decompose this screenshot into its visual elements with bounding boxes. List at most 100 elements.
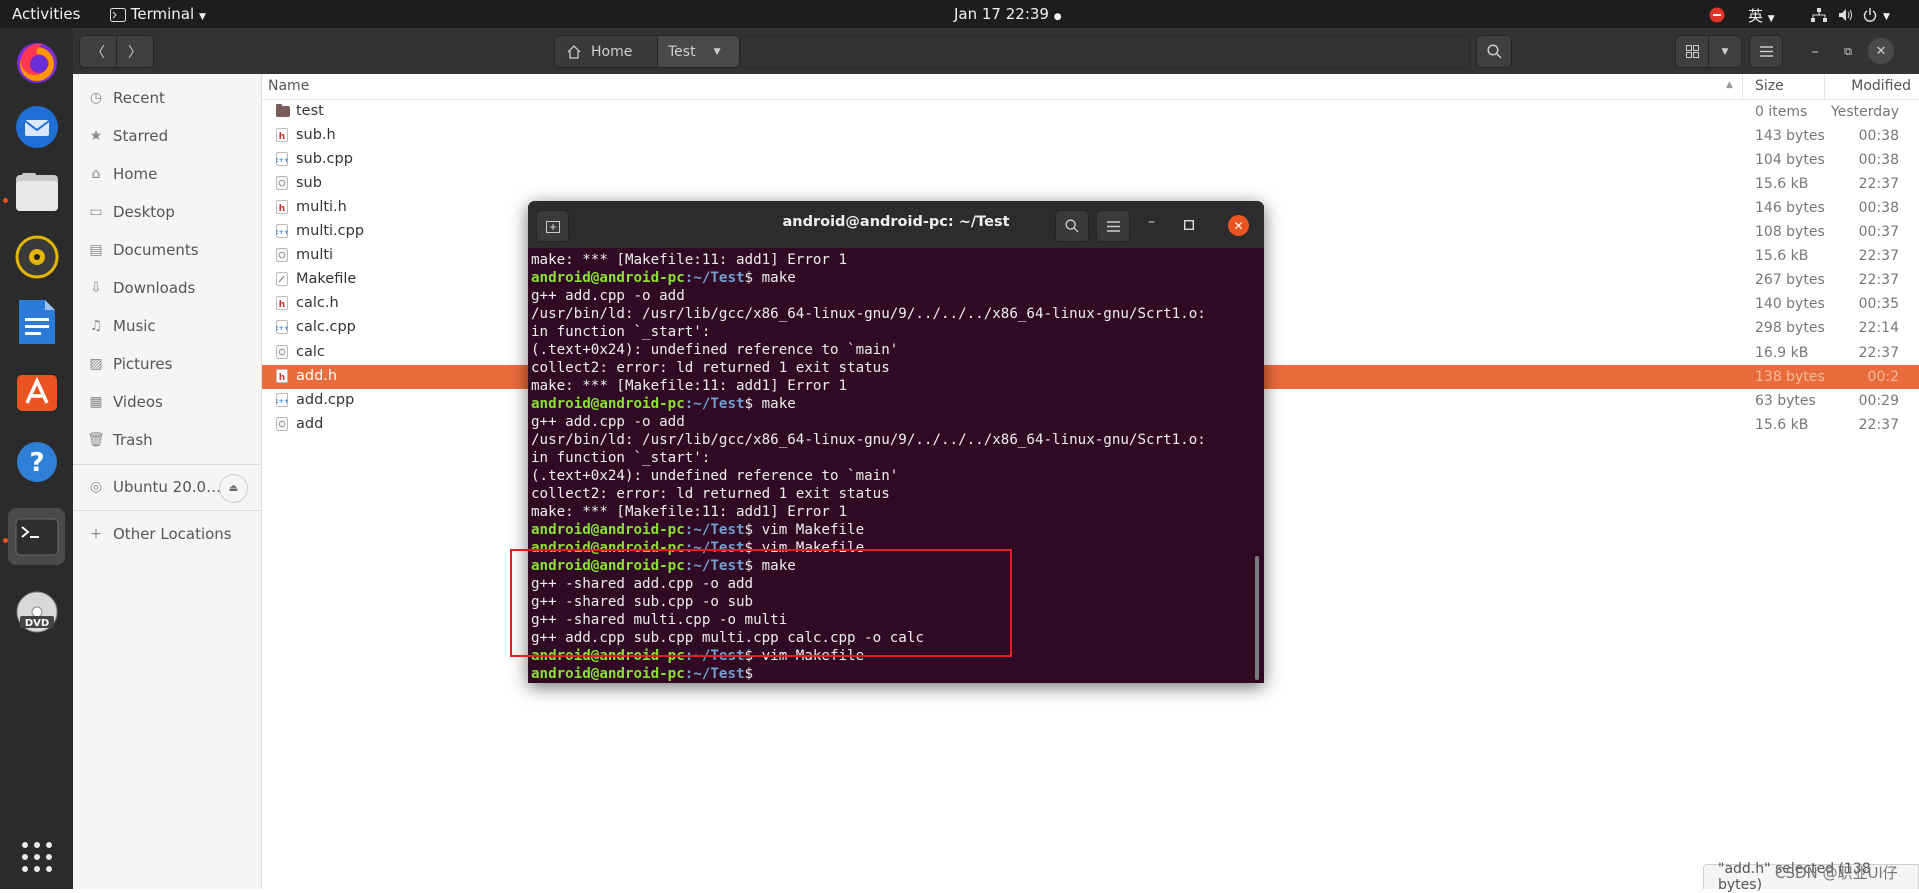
close-button[interactable]: ✕ bbox=[1868, 38, 1894, 64]
stop-sign-icon[interactable] bbox=[1709, 5, 1725, 23]
network-icon[interactable] bbox=[1811, 5, 1827, 23]
svg-text:h: h bbox=[279, 300, 285, 310]
file-row[interactable]: h sub.h 143 bytes 00:38 bbox=[262, 124, 1919, 148]
power-icon[interactable] bbox=[1863, 5, 1877, 23]
grid-view-icon bbox=[1685, 45, 1699, 58]
file-size: 16.9 kB bbox=[1755, 344, 1809, 361]
file-row[interactable]: sub 15.6 kB 22:37 bbox=[262, 172, 1919, 196]
svg-text:DVD: DVD bbox=[24, 618, 48, 629]
terminal-close-button[interactable]: ✕ bbox=[1228, 215, 1249, 236]
menu-button[interactable] bbox=[1749, 35, 1783, 68]
files-icon[interactable] bbox=[8, 163, 65, 220]
chevron-down-icon: ▼ bbox=[713, 46, 721, 57]
breadcrumb-current[interactable]: Test ▼ bbox=[657, 35, 740, 68]
terminal-search-button[interactable] bbox=[1055, 210, 1089, 242]
show-applications-icon[interactable] bbox=[8, 828, 65, 885]
file-row[interactable]: test 0 items Yesterday bbox=[262, 100, 1919, 124]
sidebar-item-downloads[interactable]: ⇩ Downloads bbox=[87, 277, 195, 299]
restore-button[interactable]: ⧉ bbox=[1833, 35, 1863, 68]
sidebar-item-desktop[interactable]: ▭ Desktop bbox=[87, 201, 175, 223]
minimize-icon: – bbox=[1811, 43, 1819, 60]
svg-text:c++: c++ bbox=[276, 397, 288, 405]
file-size: 15.6 kB bbox=[1755, 175, 1809, 192]
column-size[interactable]: Size bbox=[1755, 78, 1784, 94]
sidebar-item-documents[interactable]: ▤ Documents bbox=[87, 239, 198, 261]
input-method-label: 英 bbox=[1748, 7, 1764, 25]
terminal-minimize-button[interactable]: – bbox=[1148, 214, 1155, 230]
view-options-button[interactable]: ▼ bbox=[1708, 35, 1742, 68]
prompt-command: $ make bbox=[744, 270, 796, 286]
watermark: CSDN @职业Ul仔 bbox=[1775, 864, 1898, 882]
sidebar-item-recent[interactable]: ◷ Recent bbox=[87, 87, 165, 109]
sidebar-item-music[interactable]: ♫ Music bbox=[87, 315, 156, 337]
music-icon: ♫ bbox=[89, 318, 103, 334]
app-name: Terminal bbox=[130, 5, 195, 23]
sidebar-item-pictures[interactable]: ▨ Pictures bbox=[87, 353, 172, 375]
files-headerbar: 〈 〉 Home Test ▼ ▼ – ⧉ ✕ bbox=[73, 28, 1919, 74]
terminal-maximize-button[interactable] bbox=[1183, 215, 1195, 234]
terminal-output-line: g++ add.cpp -o add bbox=[531, 414, 685, 430]
clock[interactable]: Jan 17 22:39 ● bbox=[954, 5, 1062, 23]
app-menu[interactable]: Terminal ▼ bbox=[110, 5, 206, 23]
terminal-icon[interactable] bbox=[8, 508, 65, 565]
column-name[interactable]: Name bbox=[268, 78, 309, 94]
file-row[interactable]: c++ sub.cpp 104 bytes 00:38 bbox=[262, 148, 1919, 172]
clock-icon: ◷ bbox=[89, 90, 103, 106]
sidebar-item-trash[interactable]: 🗑 Trash bbox=[87, 429, 153, 451]
minimize-button[interactable]: – bbox=[1800, 35, 1830, 68]
terminal-prompt-line: android@android-pc:~/Test$ make bbox=[531, 269, 1251, 287]
thunderbird-icon[interactable] bbox=[8, 98, 65, 155]
sidebar-item-videos[interactable]: ▦ Videos bbox=[87, 391, 162, 413]
sidebar-item-starred[interactable]: ★ Starred bbox=[87, 125, 168, 147]
prompt-path: :~/Test bbox=[684, 666, 745, 682]
file-modified: 00:37 bbox=[1858, 224, 1899, 240]
file-modified: 22:37 bbox=[1858, 272, 1899, 289]
sidebar-item-home[interactable]: ⌂ Home bbox=[87, 163, 158, 185]
dvd-icon[interactable]: DVD bbox=[8, 583, 65, 640]
column-modified[interactable]: Modified bbox=[1851, 78, 1911, 94]
file-modified: 22:14 bbox=[1858, 320, 1899, 337]
forward-button[interactable]: 〉 bbox=[116, 35, 154, 68]
breadcrumb-home[interactable]: Home bbox=[554, 35, 658, 68]
file-size: 108 bytes bbox=[1755, 224, 1825, 240]
libreoffice-writer-icon[interactable] bbox=[8, 293, 65, 350]
help-icon[interactable]: ? bbox=[8, 433, 65, 490]
header-file-icon: h bbox=[276, 296, 288, 314]
sidebar-item-volume[interactable]: ◎ Ubuntu 20.0… bbox=[87, 476, 221, 498]
volume-icon[interactable] bbox=[1838, 5, 1854, 23]
sidebar-item-other-locations[interactable]: + Other Locations bbox=[87, 523, 232, 545]
input-method[interactable]: 英 ▼ bbox=[1748, 5, 1775, 26]
search-button[interactable] bbox=[1476, 35, 1512, 68]
sidebar-item-label: Ubuntu 20.0… bbox=[113, 478, 222, 496]
search-icon bbox=[1486, 44, 1502, 59]
top-bar: Activities Terminal ▼ Jan 17 22:39 ● 英 ▼… bbox=[0, 0, 1919, 28]
hamburger-icon bbox=[1106, 220, 1120, 232]
header-file-icon: h bbox=[276, 127, 288, 146]
firefox-icon[interactable] bbox=[8, 33, 65, 90]
desktop-icon: ▭ bbox=[89, 204, 103, 220]
back-button[interactable]: 〈 bbox=[79, 35, 117, 68]
sidebar-item-label: Music bbox=[113, 317, 156, 335]
file-modified: 00:38 bbox=[1858, 151, 1899, 168]
pathbar-spacer bbox=[740, 35, 1470, 68]
sidebar-item-label: Recent bbox=[113, 89, 165, 107]
terminal-output-line: in function `_start': bbox=[531, 450, 711, 466]
eject-button[interactable]: ⏏ bbox=[219, 474, 248, 503]
file-name: calc.h bbox=[296, 295, 339, 312]
activities-button[interactable]: Activities bbox=[12, 5, 80, 23]
rhythmbox-icon[interactable] bbox=[8, 228, 65, 285]
terminal-output-line: make: *** [Makefile:11: add1] Error 1 bbox=[531, 252, 848, 268]
file-name: multi.cpp bbox=[296, 223, 365, 239]
chevron-down-icon[interactable]: ▼ bbox=[1883, 5, 1890, 23]
prompt-command: $ make bbox=[744, 396, 796, 412]
file-name: sub.h bbox=[296, 126, 336, 143]
file-name: calc.cpp bbox=[296, 319, 356, 336]
view-grid-button[interactable] bbox=[1675, 35, 1709, 68]
ubuntu-software-icon[interactable] bbox=[8, 363, 65, 420]
file-size: 267 bytes bbox=[1755, 272, 1825, 289]
trash-icon: 🗑 bbox=[87, 432, 105, 448]
file-modified: 00:29 bbox=[1858, 392, 1899, 409]
star-icon: ★ bbox=[89, 128, 103, 144]
terminal-scrollbar[interactable] bbox=[1255, 556, 1259, 680]
terminal-menu-button[interactable] bbox=[1096, 210, 1130, 242]
